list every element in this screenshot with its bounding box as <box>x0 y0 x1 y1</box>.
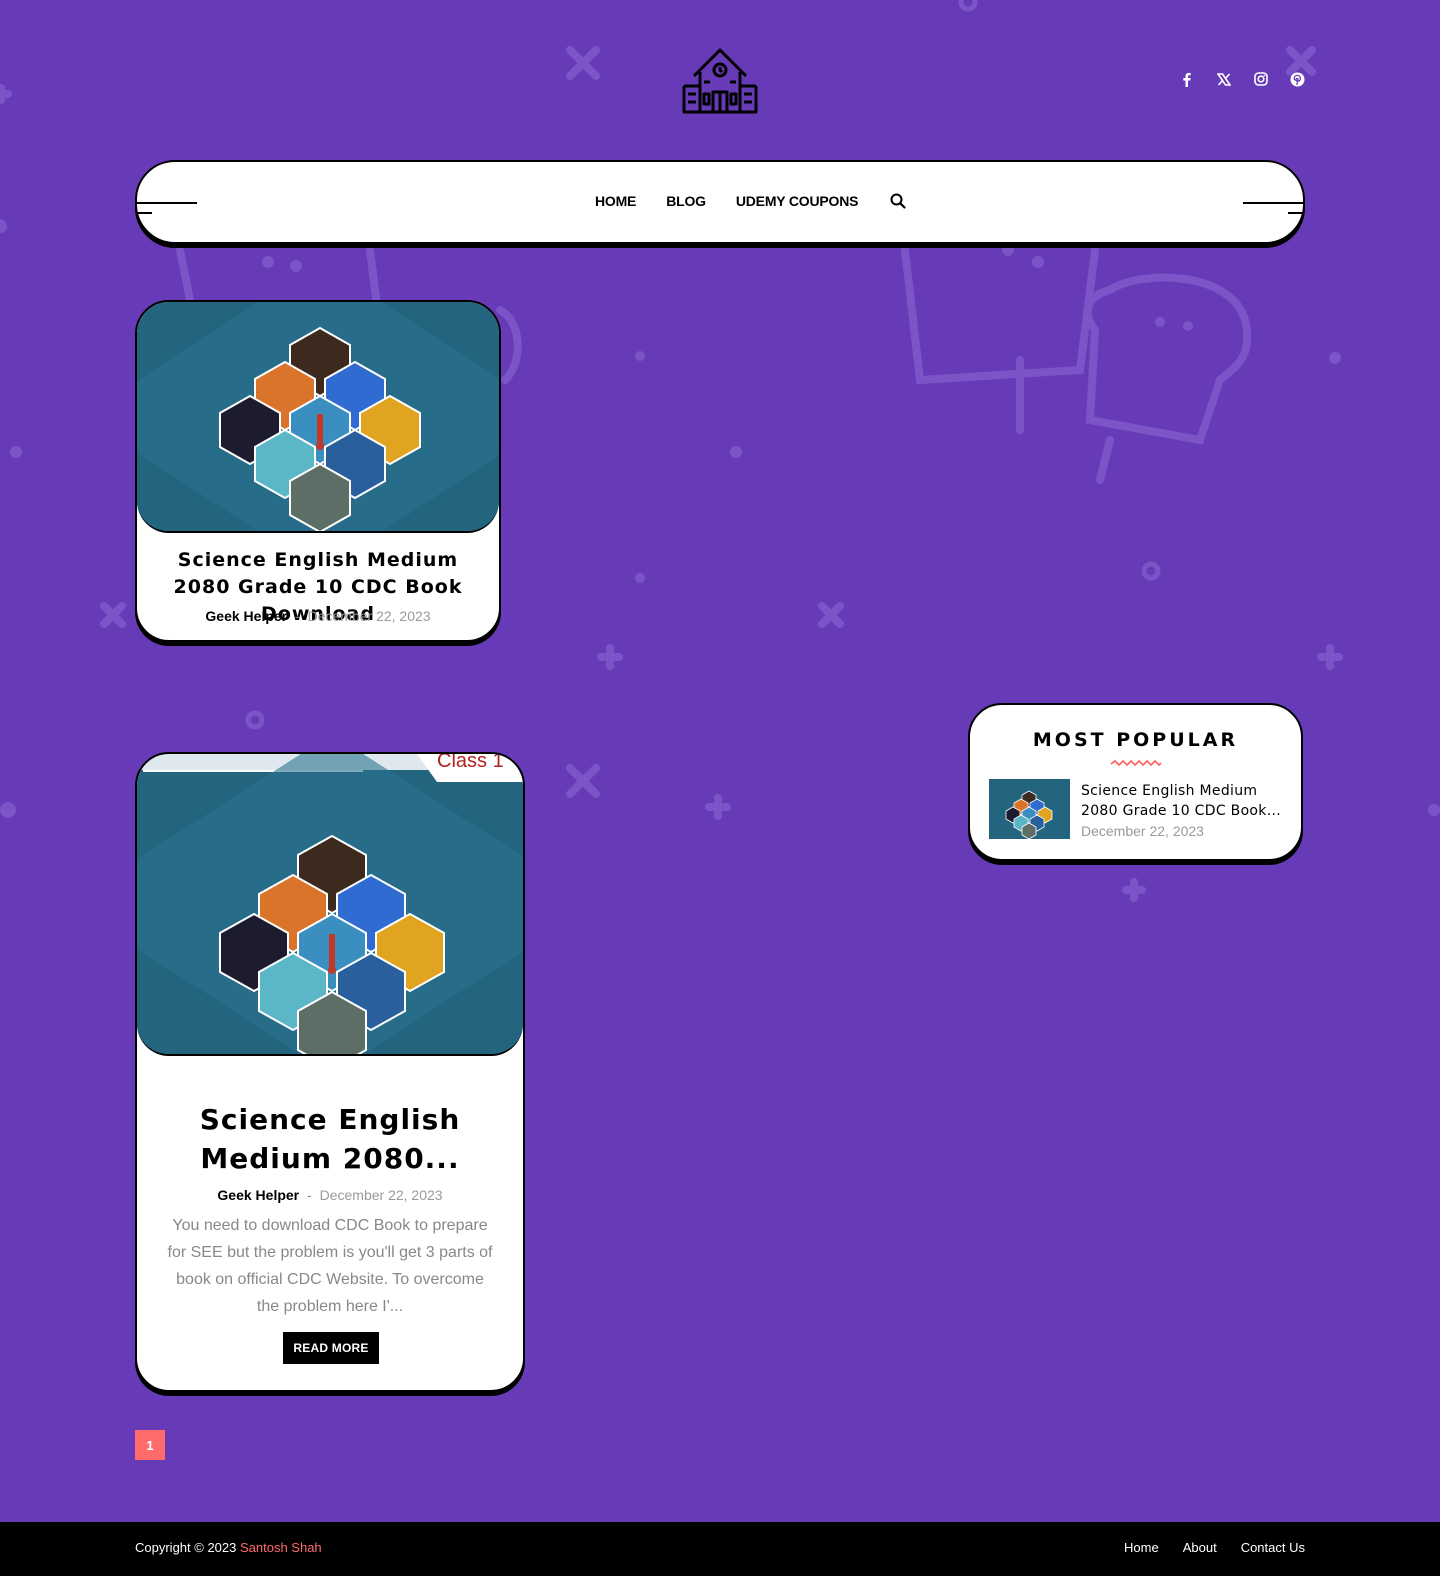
pagination-page-current[interactable]: 1 <box>135 1430 165 1460</box>
nav-item-home[interactable]: HOME <box>595 193 636 209</box>
popular-post-date: December 22, 2023 <box>1081 823 1204 839</box>
post-meta: Geek Helper - December 22, 2023 <box>137 608 499 624</box>
popular-post-title-line: 2080 Grade 10 CDC Book... <box>1081 803 1281 819</box>
search-icon[interactable] <box>890 193 906 209</box>
site-footer: Copyright © 2023 Santosh Shah Home About… <box>0 1522 1440 1576</box>
post-author[interactable]: Geek Helper <box>217 1187 299 1203</box>
post-author[interactable]: Geek Helper <box>205 608 287 624</box>
nav-decor-line <box>1288 212 1303 214</box>
nav-item-udemy-coupons[interactable]: UDEMY COUPONS <box>736 193 859 209</box>
instagram-icon[interactable] <box>1252 70 1269 88</box>
facebook-icon[interactable] <box>1178 70 1195 88</box>
read-more-button[interactable]: READ MORE <box>283 1332 379 1364</box>
popular-post-title[interactable]: Science English Medium 2080 Grade 10 CDC… <box>1081 781 1286 821</box>
footer-links: Home About Contact Us <box>1124 1540 1305 1555</box>
meta-separator: - <box>307 1187 312 1203</box>
nav-decor-line <box>137 202 197 204</box>
pinterest-icon[interactable] <box>1289 70 1306 88</box>
post-thumbnail[interactable] <box>137 302 499 533</box>
copyright-label: Copyright © 2023 <box>135 1540 237 1555</box>
nav-item-blog[interactable]: BLOG <box>666 193 706 209</box>
post-title[interactable]: Science English Medium 2080... <box>137 1100 523 1178</box>
post-meta: Geek Helper - December 22, 2023 <box>137 1187 523 1203</box>
popular-post-title-line: Science English Medium <box>1081 783 1258 799</box>
post-card: Science English Medium 2080 Grade 10 CDC… <box>135 300 501 642</box>
post-thumbnail[interactable]: Class 1 <box>137 754 523 1056</box>
school-logo-icon[interactable] <box>680 46 760 116</box>
x-twitter-icon[interactable] <box>1215 70 1232 88</box>
main-navbar: HOME BLOG UDEMY COUPONS <box>135 160 1305 244</box>
wave-divider-icon <box>1110 759 1162 767</box>
social-links <box>1178 70 1306 88</box>
popular-post-thumbnail[interactable] <box>989 779 1070 839</box>
nav-menu: HOME BLOG UDEMY COUPONS <box>595 193 906 209</box>
post-date: December 22, 2023 <box>307 608 431 624</box>
footer-link-about[interactable]: About <box>1183 1540 1217 1555</box>
thumbnail-caption: Class 1 <box>437 754 504 772</box>
post-date: December 22, 2023 <box>319 1187 443 1203</box>
post-card: Class 1 Science English Medium 2080... G… <box>135 752 525 1392</box>
footer-link-contact-us[interactable]: Contact Us <box>1241 1540 1305 1555</box>
copyright-owner-link[interactable]: Santosh Shah <box>240 1540 322 1555</box>
site-header <box>0 0 1440 150</box>
most-popular-widget: MOST POPULAR Science English Medium 2080… <box>968 703 1303 861</box>
widget-title: MOST POPULAR <box>1032 729 1239 751</box>
footer-link-home[interactable]: Home <box>1124 1540 1159 1555</box>
nav-decor-line <box>1243 202 1303 204</box>
meta-separator: - <box>295 608 300 624</box>
nav-decor-line <box>137 212 152 214</box>
copyright-text: Copyright © 2023 Santosh Shah <box>135 1540 322 1555</box>
post-excerpt: You need to download CDC Book to prepare… <box>167 1217 493 1315</box>
